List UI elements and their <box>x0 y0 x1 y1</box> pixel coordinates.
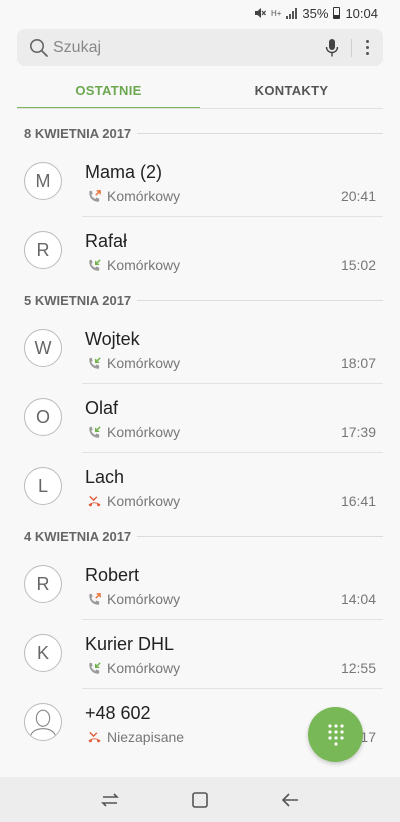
avatar[interactable]: K <box>24 634 62 672</box>
search-separator <box>351 38 352 57</box>
call-log-list: 8 KWIETNIA 2017 M Mama (2) Komórkowy 20:… <box>0 118 400 757</box>
call-type: Komórkowy <box>107 424 181 440</box>
missed-call-icon <box>88 731 101 742</box>
call-time: 18:07 <box>340 355 376 371</box>
call-log-entry[interactable]: R Rafał Komórkowy 15:02 <box>0 217 400 285</box>
contact-name: Robert <box>85 565 140 585</box>
back-button[interactable] <box>270 780 310 820</box>
call-log-entry[interactable]: R Robert Komórkowy 14:04 <box>0 551 400 619</box>
call-log-entry[interactable]: K Kurier DHL Komórkowy 12:55 <box>0 620 400 688</box>
tab-recent[interactable]: OSTATNIE <box>17 72 200 109</box>
incoming-call-icon <box>89 661 101 674</box>
mute-icon <box>254 8 266 18</box>
more-options-icon[interactable] <box>364 40 371 55</box>
recent-apps-button[interactable] <box>90 780 130 820</box>
recent-apps-icon <box>101 792 119 807</box>
tab-divider <box>17 108 383 109</box>
incoming-call-icon <box>89 356 101 369</box>
tab-contacts[interactable]: KONTAKTY <box>200 72 383 109</box>
outgoing-call-icon <box>89 189 101 202</box>
date-header: 4 KWIETNIA 2017 <box>0 521 400 551</box>
back-icon <box>281 792 298 807</box>
person-silhouette-icon <box>29 709 57 739</box>
date-header: 5 KWIETNIA 2017 <box>0 285 400 315</box>
date-header-label: 4 KWIETNIA 2017 <box>24 528 132 544</box>
call-details: Komórkowy <box>87 188 180 204</box>
call-time: 15:02 <box>340 257 376 273</box>
avatar[interactable] <box>24 703 62 741</box>
call-type: Komórkowy <box>107 188 181 204</box>
home-icon <box>192 791 208 808</box>
call-details: Komórkowy <box>87 257 180 273</box>
contact-name: Olaf <box>85 398 119 418</box>
contact-name: Mama (2) <box>85 162 163 182</box>
battery-icon <box>333 7 341 19</box>
microphone-icon[interactable] <box>325 38 339 58</box>
call-log-entry[interactable]: L Lach Komórkowy 16:41 <box>0 453 400 521</box>
contact-name: Kurier DHL <box>85 634 175 654</box>
call-details: Komórkowy <box>87 493 180 509</box>
avatar[interactable]: R <box>24 565 62 603</box>
call-details: Komórkowy <box>87 660 180 676</box>
contact-name: Rafał <box>85 231 128 251</box>
avatar[interactable]: M <box>24 162 62 200</box>
call-type: Komórkowy <box>107 257 181 273</box>
network-type-label: H+ <box>270 8 282 18</box>
date-header-label: 8 KWIETNIA 2017 <box>24 125 132 141</box>
dialpad-button[interactable] <box>308 707 363 762</box>
avatar[interactable]: O <box>24 398 62 436</box>
call-type: Komórkowy <box>107 493 181 509</box>
date-header-label: 5 KWIETNIA 2017 <box>24 292 132 308</box>
status-time: 10:04 <box>345 5 378 21</box>
call-type: Komórkowy <box>107 355 181 371</box>
contact-name: +48 602 <box>85 703 151 723</box>
call-type: Komórkowy <box>107 660 181 676</box>
navigation-bar <box>0 777 400 822</box>
call-details: Komórkowy <box>87 355 180 371</box>
contact-name: Lach <box>85 467 125 487</box>
status-bar: H+ 35% 10:04 <box>0 0 400 26</box>
call-details: Komórkowy <box>87 591 180 607</box>
call-details: Niezapisane <box>87 729 184 745</box>
outgoing-call-icon <box>89 592 101 605</box>
call-log-entry[interactable]: M Mama (2) Komórkowy 20:41 <box>0 148 400 216</box>
search-icon <box>30 38 48 57</box>
home-button[interactable] <box>180 780 220 820</box>
battery-percent: 35% <box>302 5 329 21</box>
avatar[interactable]: L <box>24 467 62 505</box>
call-time: 20:41 <box>340 188 376 204</box>
avatar[interactable]: R <box>24 231 62 269</box>
avatar[interactable]: W <box>24 329 62 367</box>
incoming-call-icon <box>89 258 101 271</box>
signal-icon <box>286 7 298 19</box>
call-time: 12:55 <box>340 660 376 676</box>
date-header: 8 KWIETNIA 2017 <box>0 118 400 148</box>
call-type: Komórkowy <box>107 591 181 607</box>
missed-call-icon <box>88 495 101 506</box>
call-time: 16:41 <box>340 493 376 509</box>
incoming-call-icon <box>89 425 101 438</box>
search-bar <box>17 29 383 66</box>
call-log-entry[interactable]: O Olaf Komórkowy 17:39 <box>0 384 400 452</box>
contact-name: Wojtek <box>85 329 140 349</box>
call-log-entry[interactable]: W Wojtek Komórkowy 18:07 <box>0 315 400 383</box>
call-time: 14:04 <box>340 591 376 607</box>
dialpad-icon <box>327 723 344 746</box>
call-time: 17:39 <box>340 424 376 440</box>
tab-bar: OSTATNIE KONTAKTY <box>17 72 383 109</box>
call-details: Komórkowy <box>87 424 180 440</box>
call-type: Niezapisane <box>107 729 185 745</box>
search-input[interactable] <box>49 38 325 57</box>
